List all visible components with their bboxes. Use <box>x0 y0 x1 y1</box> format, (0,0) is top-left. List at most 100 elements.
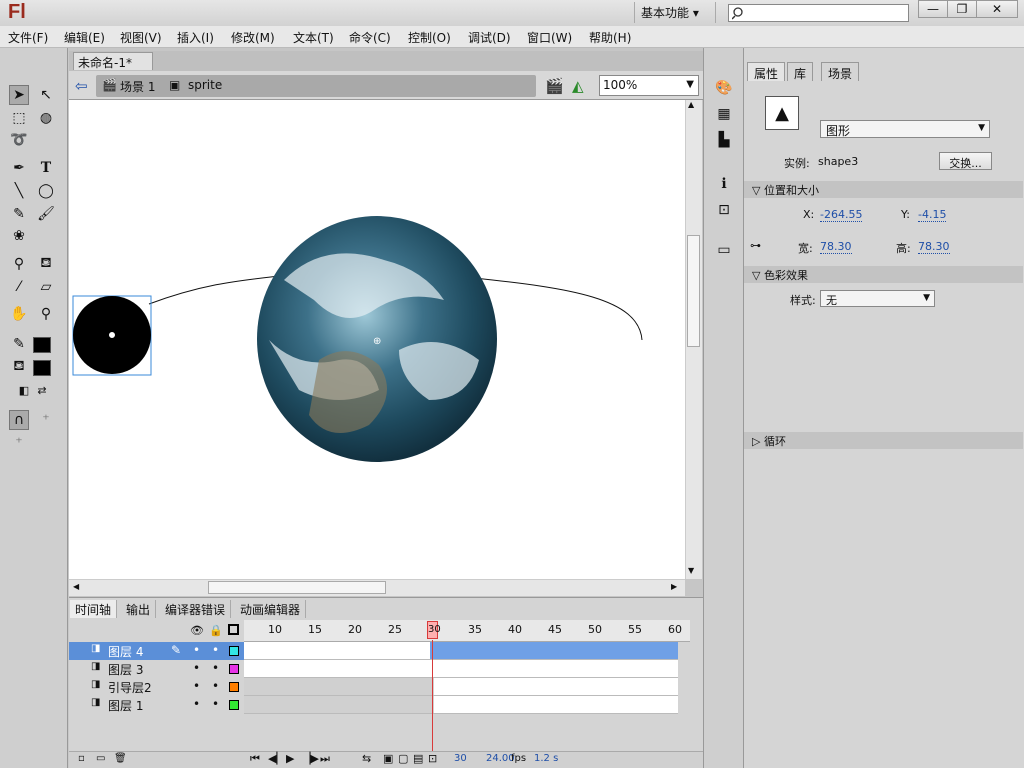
horizontal-scroll-thumb[interactable] <box>208 581 386 594</box>
layer-row[interactable]: ◨ 图层 3 • • <box>69 660 244 678</box>
document-tab[interactable]: 未命名-1* × <box>73 52 153 85</box>
scroll-up-icon[interactable]: ▲ <box>688 100 694 109</box>
layer-color-swatch[interactable] <box>229 682 239 692</box>
close-window-button[interactable]: ✕ <box>976 0 1018 18</box>
layer-color-swatch[interactable] <box>229 700 239 710</box>
height-value[interactable]: 78.30 <box>918 240 950 254</box>
vertical-scrollbar[interactable]: ▲ ▼ <box>685 100 702 579</box>
link-icon[interactable]: ⊶ <box>750 239 761 252</box>
scroll-down-icon[interactable]: ▼ <box>688 566 694 575</box>
tab-library[interactable]: 库 <box>787 62 814 81</box>
fill-color-swatch[interactable] <box>33 360 51 376</box>
edit-multiple-frames-icon[interactable]: ▤ <box>413 752 423 765</box>
layer-row[interactable]: ◨ 图层 1 • • <box>69 696 244 714</box>
breadcrumb-scene[interactable]: 场景 1 <box>120 78 155 95</box>
loop-section[interactable]: ▷ 循环 <box>744 432 1023 449</box>
workspace-switcher[interactable]: 基本功能 ▾ <box>634 2 716 23</box>
swap-button[interactable]: 交换... <box>939 152 992 170</box>
default-colors-icon[interactable]: ◧ <box>14 380 34 400</box>
lock-dot[interactable]: • <box>212 661 219 675</box>
swatches-panel-icon[interactable]: ▦ <box>714 104 734 124</box>
tab-compiler-errors[interactable]: 编译器错误 <box>160 600 232 618</box>
position-size-section[interactable]: ▽ 位置和大小 <box>744 181 1023 198</box>
visibility-dot[interactable]: • <box>193 643 200 657</box>
zoom-select[interactable]: 100% ▼ <box>599 75 699 96</box>
selection-tool-icon[interactable]: ➤ <box>9 85 29 105</box>
width-value[interactable]: 78.30 <box>820 240 852 254</box>
free-transform-tool-icon[interactable]: ⬚ <box>9 108 29 128</box>
menu-edit[interactable]: 编辑(E) <box>64 29 105 46</box>
swap-colors-icon[interactable]: ⇄ <box>32 380 52 400</box>
symbol-behavior-select[interactable]: 图形 ▼ <box>820 120 990 138</box>
stage-canvas[interactable]: ⊕ <box>69 100 685 579</box>
layer-name[interactable]: 图层 1 <box>108 697 143 714</box>
lock-icon[interactable]: 🔒 <box>209 624 223 637</box>
new-folder-icon[interactable]: ▭ <box>96 753 105 764</box>
menu-text[interactable]: 文本(T) <box>293 29 334 46</box>
menu-help[interactable]: 帮助(H) <box>589 29 631 46</box>
visibility-dot[interactable]: • <box>193 661 200 675</box>
eye-icon[interactable]: 👁 <box>190 624 204 637</box>
restore-button[interactable]: ❐ <box>947 0 977 18</box>
eyedropper-tool-icon[interactable]: ⁄ <box>9 277 29 297</box>
snap-magnet-icon[interactable]: ∩ <box>9 410 29 430</box>
lock-dot[interactable]: • <box>212 643 219 657</box>
text-tool-icon[interactable]: T <box>36 158 56 178</box>
step-forward-icon[interactable]: ▕▶ <box>302 752 319 765</box>
color-panel-icon[interactable]: 🎨 <box>714 78 734 98</box>
info-panel-icon[interactable]: ℹ <box>714 174 734 194</box>
pen-tool-icon[interactable]: ✒ <box>9 158 29 178</box>
visibility-dot[interactable]: • <box>193 697 200 711</box>
bone-tool-icon[interactable]: ⚲ <box>9 254 29 274</box>
visibility-dot[interactable]: • <box>193 679 200 693</box>
menu-modify[interactable]: 修改(M) <box>231 29 275 46</box>
tab-output[interactable]: 输出 <box>121 600 157 618</box>
straighten-icon[interactable]: ⁺ <box>9 433 29 453</box>
lock-dot[interactable]: • <box>212 697 219 711</box>
scroll-right-icon[interactable]: ▶ <box>671 582 677 591</box>
scroll-left-icon[interactable]: ◀ <box>73 582 79 591</box>
frame-row[interactable] <box>244 678 678 696</box>
edit-scene-icon[interactable]: 🎬 <box>545 77 564 95</box>
tab-scene[interactable]: 场景 <box>821 62 860 81</box>
oval-tool-icon[interactable]: ◯ <box>36 181 56 201</box>
edit-symbols-icon[interactable]: ◭ <box>572 77 584 95</box>
x-value[interactable]: -264.55 <box>820 208 863 222</box>
layer-row[interactable]: ◨ 图层 4 ✎ • • <box>69 642 244 660</box>
menu-window[interactable]: 窗口(W) <box>527 29 572 46</box>
lasso-tool-icon[interactable]: ➰ <box>9 130 29 150</box>
playhead-marker[interactable]: 30 <box>427 621 441 639</box>
menu-file[interactable]: 文件(F) <box>8 29 48 46</box>
horizontal-scrollbar[interactable]: ◀ ▶ <box>69 579 685 596</box>
y-value[interactable]: -4.15 <box>918 208 947 222</box>
menu-insert[interactable]: 插入(I) <box>177 29 214 46</box>
lock-dot[interactable]: • <box>212 679 219 693</box>
menu-control[interactable]: 控制(O) <box>408 29 451 46</box>
current-frame[interactable]: 30 <box>454 753 467 764</box>
transform-panel-icon[interactable]: ⊡ <box>714 200 734 220</box>
pencil-tool-icon[interactable]: ✎ <box>9 204 29 224</box>
hand-tool-icon[interactable]: ✋ <box>9 304 29 324</box>
layer-row[interactable]: ◨ 引导层2 • • <box>69 678 244 696</box>
subselection-tool-icon[interactable]: ↖ <box>36 85 56 105</box>
onion-outline-icon[interactable]: ▢ <box>398 752 408 765</box>
step-back-icon[interactable]: ◀▏ <box>268 752 285 765</box>
paint-bucket-tool-icon[interactable]: ⛾ <box>36 254 56 274</box>
stroke-color-swatch[interactable] <box>33 337 51 353</box>
outline-icon[interactable] <box>228 624 239 635</box>
layer-color-swatch[interactable] <box>229 646 239 656</box>
new-layer-icon[interactable]: ▫ <box>78 753 85 764</box>
onion-skin-icon[interactable]: ▣ <box>383 752 393 765</box>
frame-row[interactable] <box>244 642 678 660</box>
color-style-select[interactable]: 无 ▼ <box>820 290 935 307</box>
delete-layer-icon[interactable]: 🗑 <box>114 753 127 764</box>
menu-debug[interactable]: 调试(D) <box>468 29 511 46</box>
layer-name[interactable]: 引导层2 <box>108 679 152 696</box>
components-panel-icon[interactable]: ▭ <box>714 240 734 260</box>
align-panel-icon[interactable]: ▙ <box>714 130 734 150</box>
vertical-scroll-thumb[interactable] <box>687 235 700 347</box>
go-to-first-icon[interactable]: ⏮ <box>250 752 260 766</box>
tab-motion-editor[interactable]: 动画编辑器 <box>235 600 307 618</box>
frame-row[interactable] <box>244 696 678 714</box>
color-effect-section[interactable]: ▽ 色彩效果 <box>744 266 1023 283</box>
